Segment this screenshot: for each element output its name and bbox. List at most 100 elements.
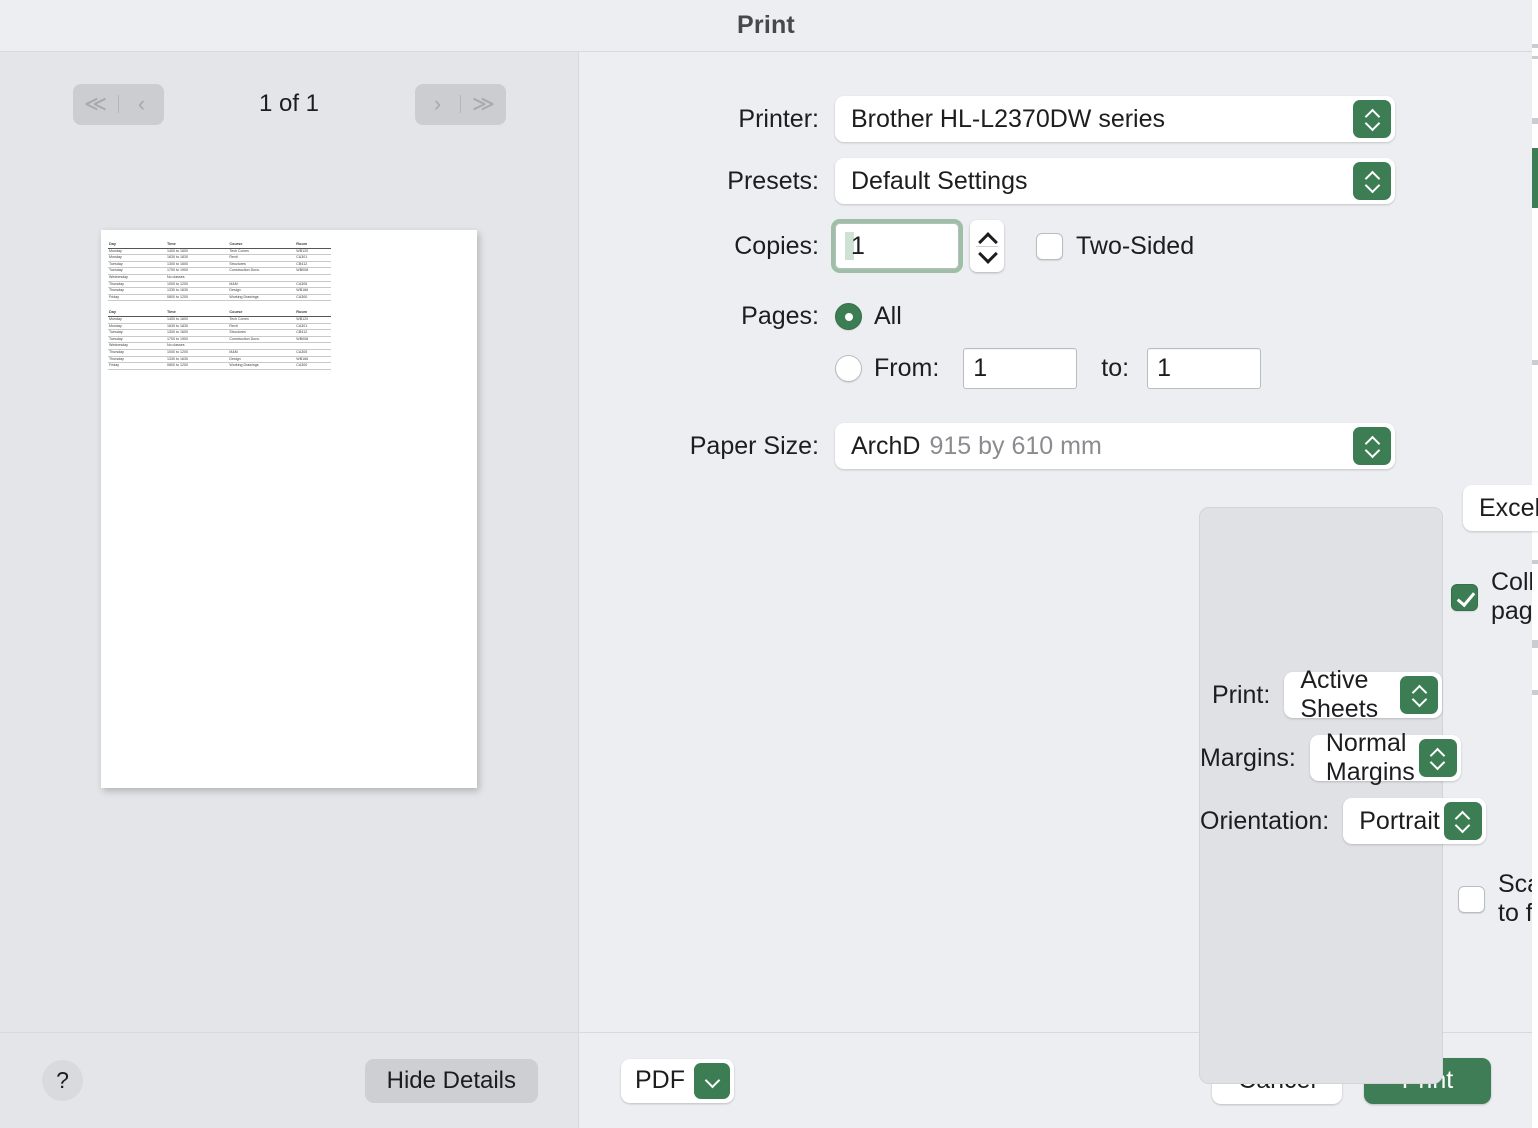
- collate-checkbox[interactable]: [1451, 583, 1478, 611]
- table-cell: Tuesday: [109, 268, 123, 273]
- table-cell: Design: [229, 356, 241, 361]
- printer-label: Printer:: [738, 104, 819, 133]
- excel-options-panel: Collate pages Print: Active Sheets: [1199, 507, 1538, 1084]
- pages-all-row: Pages: All: [579, 302, 1532, 331]
- table-cell: Tuesday: [109, 336, 123, 341]
- pdf-menu-button[interactable]: PDF: [621, 1058, 734, 1103]
- preview-table-block-2: Day Time Course Room Monday 1400 to 1600 T…: [108, 310, 331, 370]
- table-cell: CA301: [296, 323, 308, 328]
- pages-all-label: All: [874, 302, 902, 330]
- table-cell: 0800 to 1200: [166, 363, 188, 368]
- orientation-label: Orientation:: [1200, 806, 1330, 835]
- scale-to-fit-checkbox[interactable]: [1458, 885, 1485, 913]
- table-row: Thursday 1000 to 1200 M&M CA305: [108, 349, 331, 356]
- table-cell: M&M: [229, 349, 238, 354]
- table-cell: CA300: [296, 363, 308, 368]
- copies-stepper[interactable]: [970, 220, 1004, 272]
- two-sided-checkbox[interactable]: [1036, 232, 1063, 260]
- table-cell: Thursday: [109, 281, 124, 286]
- pages-range-radio[interactable]: [835, 355, 862, 382]
- stepper-down-icon[interactable]: [979, 249, 995, 260]
- first-page-button[interactable]: ≪: [73, 93, 118, 115]
- pager-first-prev-group[interactable]: ≪ ‹: [73, 83, 164, 125]
- table-cell: M&M: [229, 281, 238, 286]
- paper-size-dimensions: 915 by 610 mm: [929, 431, 1102, 460]
- orientation-row: Orientation: Portrait: [1200, 798, 1486, 844]
- table-cell: Monday: [109, 323, 122, 328]
- table-row: Monday 1400 to 1600 Tech Comm WB120: [108, 316, 331, 324]
- pages-all-radio[interactable]: [835, 303, 862, 330]
- margins-row: Margins: Normal Margins: [1200, 729, 1461, 786]
- table-cell: Construction Docs.: [229, 268, 260, 273]
- table-cell: Monday: [109, 255, 122, 260]
- table-cell: Design: [229, 288, 241, 293]
- table-cell: 0800 to 1200: [166, 294, 188, 299]
- print-what-label: Print:: [1211, 680, 1271, 709]
- last-page-button[interactable]: ≫: [461, 93, 506, 115]
- orientation-select[interactable]: Portrait: [1343, 798, 1486, 844]
- table-cell: Working Drawings: [229, 294, 259, 299]
- pages-to-input[interactable]: 1: [1147, 348, 1262, 389]
- table-cell: WB008: [296, 336, 309, 341]
- two-sided-label: Two-Sided: [1076, 231, 1195, 260]
- table-cell: WB166: [296, 288, 309, 293]
- chevron-up-down-icon: [1443, 802, 1482, 840]
- chevron-down-icon: [694, 1062, 730, 1099]
- copies-row: Copies: 1 Two-Sided: [579, 219, 1532, 273]
- margins-label: Margins:: [1200, 743, 1296, 772]
- section-value: Excel: [1479, 493, 1538, 522]
- previous-page-button[interactable]: ‹: [119, 93, 164, 115]
- chevron-up-down-icon: [1353, 162, 1391, 200]
- table-cell: Construction Docs.: [229, 336, 260, 341]
- chevron-up-down-icon: [1353, 100, 1391, 138]
- pages-from-input[interactable]: 1: [963, 348, 1078, 389]
- table-row: Tuesday 1700 to 1900 Construction Docs. WB0…: [108, 268, 331, 275]
- presets-select[interactable]: Default Settings: [835, 158, 1395, 204]
- table-cell: WB166: [296, 356, 309, 361]
- next-page-button[interactable]: ›: [415, 93, 460, 115]
- background-edge-slivers: [1532, 0, 1538, 1128]
- options-pane: Printer: Brother HL-L2370DW series Prese…: [579, 52, 1538, 1128]
- table-cell: Monday: [109, 316, 122, 321]
- hide-details-button[interactable]: Hide Details: [364, 1058, 538, 1103]
- stepper-up-icon[interactable]: [979, 233, 995, 244]
- page-indicator: 1 of 1: [258, 90, 320, 117]
- collate-label: Collate pages: [1491, 568, 1538, 625]
- schedule-table-body-1: Monday 1400 to 1600 Tech Comm WB120 Monday 16…: [108, 248, 331, 301]
- excel-section-wrap: Excel Collate pages Print:: [579, 485, 1538, 1084]
- table-cell: Revit: [229, 323, 238, 328]
- table-cell: WB120: [296, 316, 309, 321]
- table-cell: Tuesday: [109, 261, 123, 266]
- table-cell: Wednesday: [109, 274, 128, 279]
- chevron-up-down-icon: [1400, 676, 1438, 714]
- page-title: Print: [737, 11, 795, 39]
- table-cell: Wednesday: [109, 343, 128, 348]
- table-cell: Friday: [109, 294, 119, 299]
- table-cell: 1700 to 1900: [166, 336, 188, 341]
- table-cell: Thursday: [109, 288, 124, 293]
- copies-input[interactable]: 1: [831, 219, 963, 273]
- pages-label: Pages:: [741, 302, 819, 330]
- table-cell: No classes: [166, 274, 185, 279]
- table-cell: Structures: [229, 330, 246, 335]
- table-cell: Monday: [109, 248, 122, 253]
- preview-pane: ≪ ‹ 1 of 1 › ≫ Day Time Course Room Mond…: [0, 52, 579, 1128]
- presets-row: Presets: Default Settings: [579, 158, 1532, 204]
- page-preview[interactable]: Day Time Course Room Monday 1400 to 1600 T…: [101, 230, 477, 788]
- margins-select[interactable]: Normal Margins: [1309, 729, 1461, 786]
- pager-next-last-group[interactable]: › ≫: [415, 83, 506, 125]
- printer-select[interactable]: Brother HL-L2370DW series: [835, 96, 1395, 142]
- pages-range-row: From: 1 to: 1: [579, 348, 1532, 389]
- scale-to-fit-row: Scale to fit:: [1200, 870, 1538, 928]
- table-cell: 1630 to 1830: [166, 323, 188, 328]
- section-select[interactable]: Excel: [1463, 485, 1538, 531]
- pages-from-label: From:: [874, 354, 940, 382]
- table-cell: CB412: [296, 261, 308, 266]
- paper-size-select[interactable]: ArchD 915 by 610 mm: [835, 423, 1395, 469]
- help-button[interactable]: ?: [42, 1060, 83, 1101]
- options-scroll-area: Printer: Brother HL-L2370DW series Prese…: [579, 52, 1538, 1084]
- paper-size-value: ArchD: [851, 431, 921, 460]
- table-row: Monday 1630 to 1830 Revit CA301: [108, 255, 331, 262]
- print-what-select[interactable]: Active Sheets: [1284, 666, 1442, 723]
- printer-row: Printer: Brother HL-L2370DW series: [579, 96, 1532, 142]
